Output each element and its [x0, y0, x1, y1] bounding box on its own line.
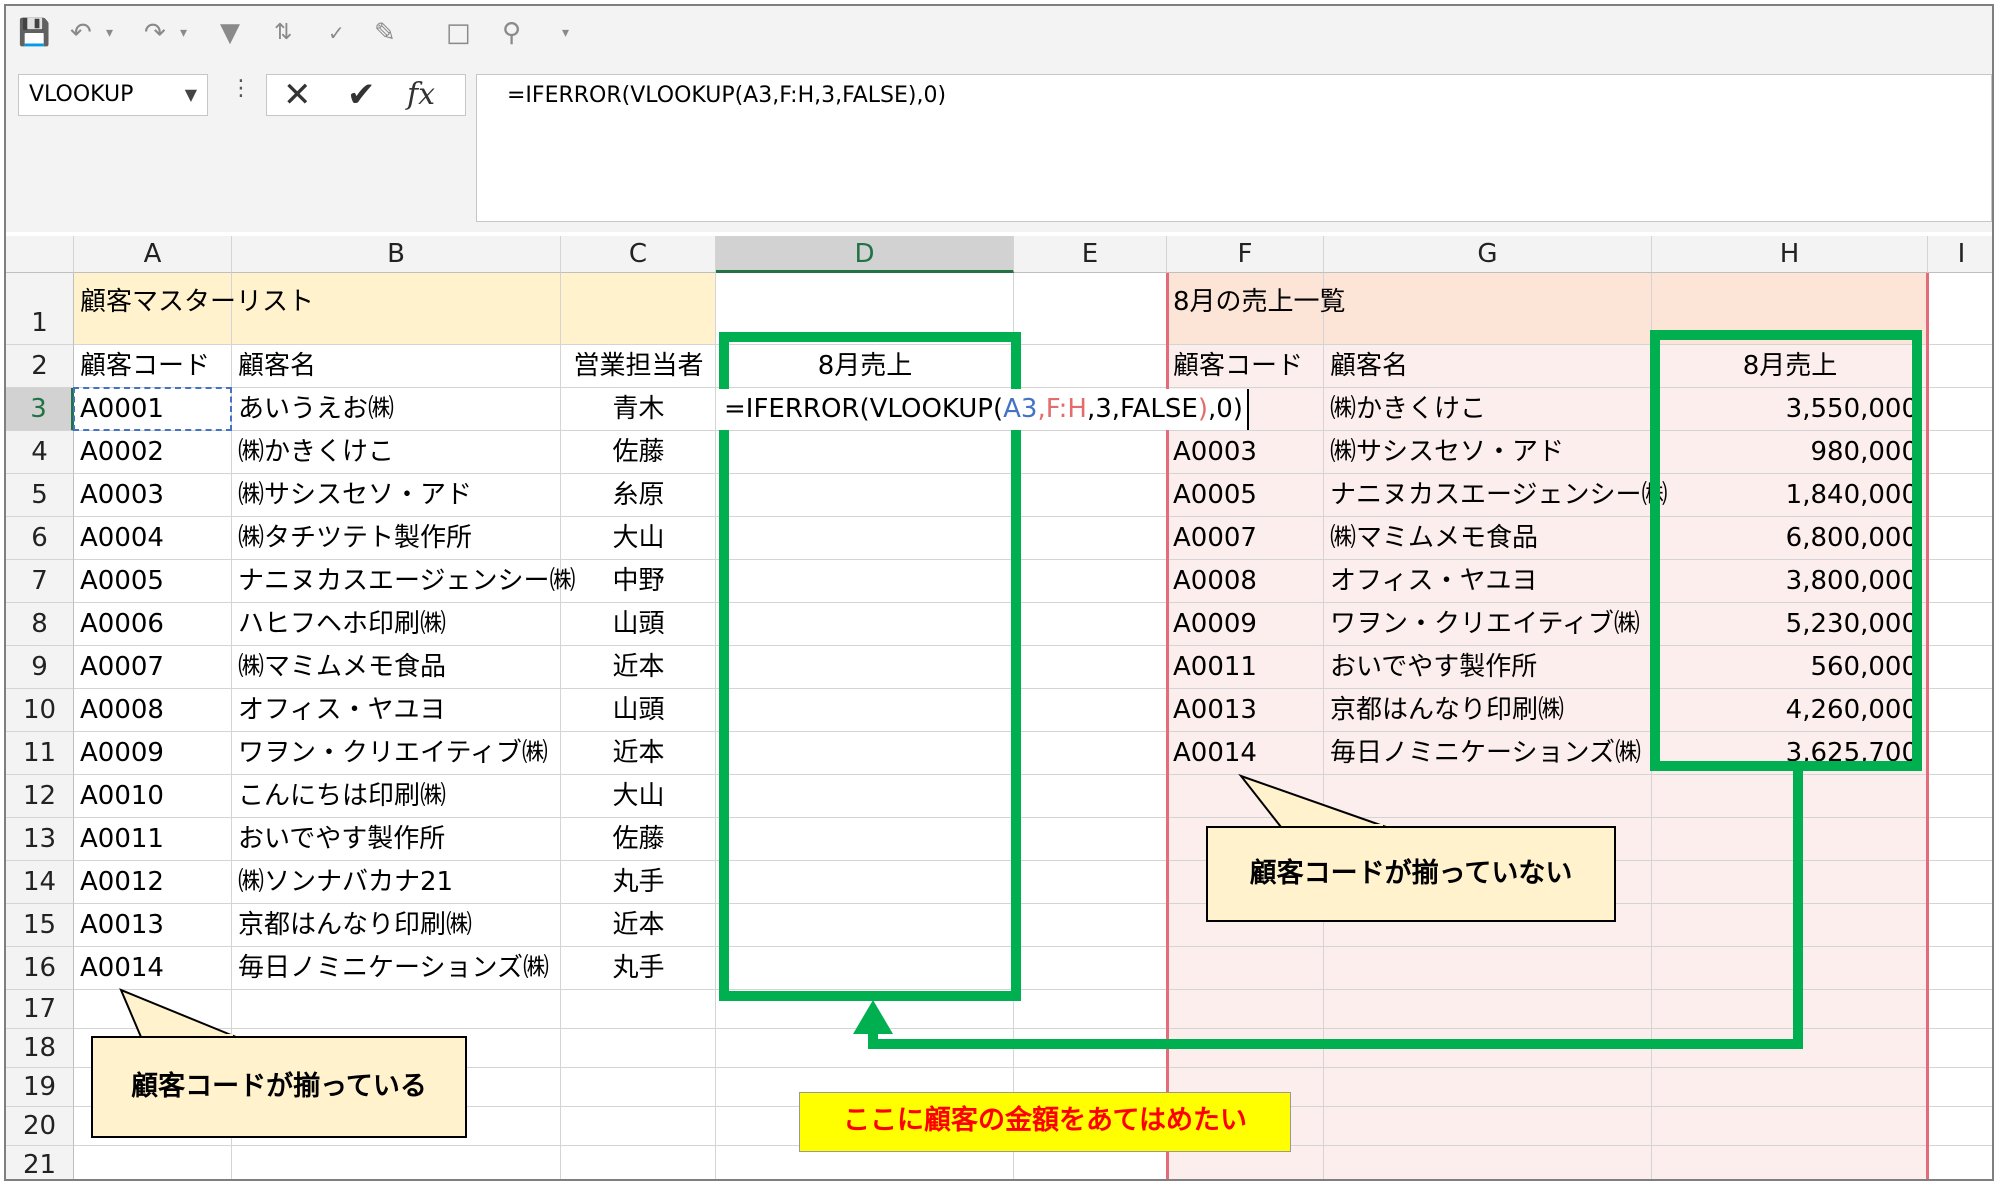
- note-apply-here: ここに顧客の金額をあてはめたい: [799, 1092, 1291, 1152]
- source-column-highlight: [1650, 330, 1922, 771]
- edit-sep: ,: [1037, 394, 1046, 424]
- spreadsheet-window: 💾 ↶ ▾ ↷ ▾ ▼ ⇅ ✓ ✎ □ ⚲ ▾ VLOOKUP ▼ ⋮ ✕ ✔ …: [4, 4, 1994, 1181]
- edit-prefix: =IFERROR(VLOOKUP(: [724, 394, 1004, 424]
- note-apply-here-text: ここに顧客の金額をあてはめたい: [843, 1105, 1247, 1136]
- callout-not-aligned: 顧客コードが揃っていない: [1206, 826, 1616, 922]
- callout-not-aligned-tail: [1238, 773, 1387, 828]
- edit-ref-fh: F:H: [1045, 394, 1087, 424]
- edit-args: ,3,FALSE: [1086, 394, 1198, 424]
- callout-not-aligned-text: 顧客コードが揃っていない: [1249, 858, 1573, 889]
- callout-aligned: 顧客コードが揃っている: [91, 1036, 467, 1138]
- callout-aligned-text: 顧客コードが揃っている: [131, 1071, 427, 1102]
- edit-tail: ,0): [1207, 394, 1243, 424]
- callout-aligned-tail: [119, 988, 237, 1038]
- edit-ref-a3: A3: [1003, 394, 1038, 424]
- target-column-highlight: [719, 332, 1021, 1001]
- link-arrow-head: [853, 1000, 893, 1034]
- edit-paren: ): [1197, 394, 1208, 424]
- annotation-overlay: [119, 330, 1922, 1049]
- cell-editor-d3[interactable]: =IFERROR(VLOOKUP(A3,F:H,3,FALSE),0): [718, 389, 1249, 430]
